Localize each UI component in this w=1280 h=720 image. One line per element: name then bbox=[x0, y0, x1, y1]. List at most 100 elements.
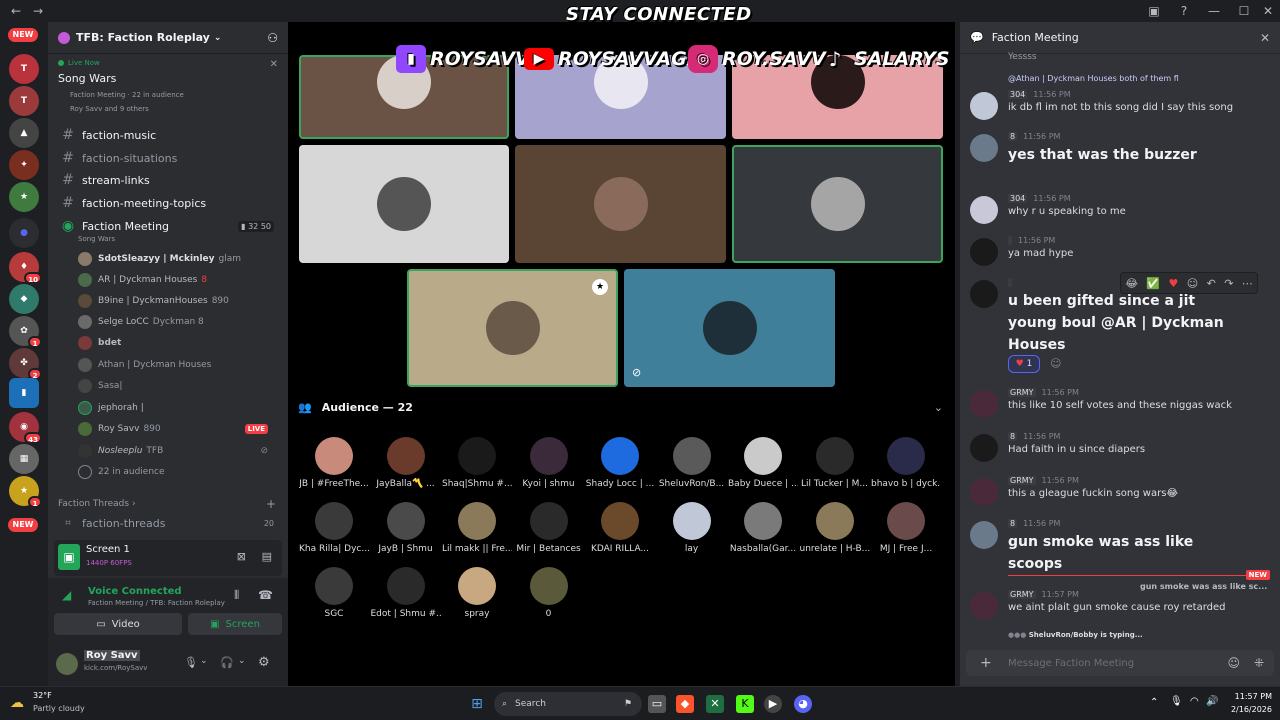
chat-message[interactable]: 8 11:56 PM gun smoke was ass like scoops bbox=[970, 519, 1270, 572]
audience-member[interactable]: JayBalla〽️ ... bbox=[371, 437, 441, 489]
server-icon[interactable]: ✤ 2 bbox=[9, 348, 42, 380]
new-pill[interactable]: NEW bbox=[8, 518, 38, 532]
forward-arrow-icon[interactable]: → bbox=[30, 3, 46, 19]
disconnect-icon[interactable]: ☎ bbox=[258, 588, 273, 602]
avatar[interactable] bbox=[970, 521, 998, 549]
back-arrow-icon[interactable]: ← bbox=[8, 3, 24, 19]
reply-icon[interactable]: ↶ bbox=[1207, 277, 1216, 290]
voice-user[interactable]: Sasa| bbox=[78, 377, 278, 395]
server-icon[interactable]: ✦ bbox=[9, 150, 39, 180]
voice-user[interactable]: Selge LoCC Dyckman 8 bbox=[78, 313, 278, 331]
chevron-down-icon[interactable]: ⌄ bbox=[200, 656, 208, 666]
voice-location[interactable]: Faction Meeting / TFB: Faction Roleplay bbox=[88, 599, 225, 607]
audience-member[interactable]: Mir | Betances bbox=[514, 502, 584, 554]
media-player-icon[interactable]: ▶ bbox=[764, 695, 782, 713]
windows-start-icon[interactable]: ⊞ bbox=[468, 695, 486, 713]
server-icon[interactable]: ▦ bbox=[9, 444, 39, 474]
add-icon[interactable]: + bbox=[266, 497, 276, 511]
clock-time[interactable]: 11:57 PM bbox=[1226, 692, 1272, 701]
chat-message[interactable]: 304 11:56 PM ik db fl im not tb this song … bbox=[970, 90, 1270, 124]
avatar[interactable] bbox=[970, 390, 998, 418]
channel-faction-situations[interactable]: # faction-situations bbox=[56, 148, 280, 168]
add-reaction-icon[interactable]: ☺ bbox=[1187, 277, 1198, 290]
discord-icon[interactable]: ◕ bbox=[794, 695, 812, 713]
server-icon[interactable]: T bbox=[9, 86, 39, 116]
emoji-heart-icon[interactable]: ♥ bbox=[1169, 277, 1179, 290]
server-icon[interactable]: ★ bbox=[9, 182, 39, 212]
audience-member[interactable]: Nasballa(Gar... bbox=[728, 502, 798, 554]
voice-user[interactable]: jephorah | bbox=[78, 399, 278, 417]
taskbar-search[interactable]: ⌕ Search ⚑ bbox=[494, 692, 642, 716]
voice-user[interactable]: SdotSleazyy | Mckinley glam bbox=[78, 250, 278, 268]
more-icon[interactable]: ⋯ bbox=[1242, 277, 1253, 290]
task-view-icon[interactable]: ▭ bbox=[648, 695, 666, 713]
audience-member[interactable]: spray bbox=[442, 567, 512, 619]
audience-member[interactable]: Kyoi | shmu bbox=[514, 437, 584, 489]
stop-stream-icon[interactable]: ⊠ bbox=[237, 550, 246, 563]
audience-member[interactable]: lay bbox=[657, 502, 727, 554]
avatar[interactable] bbox=[970, 280, 998, 308]
avatar[interactable] bbox=[970, 196, 998, 224]
reply-preview[interactable]: gun smoke was ass like sc... bbox=[1140, 582, 1267, 591]
avatar[interactable] bbox=[970, 434, 998, 462]
channel-faction-meeting-topics[interactable]: # faction-meeting-topics bbox=[56, 193, 280, 213]
clock-date[interactable]: 2/16/2026 bbox=[1226, 705, 1272, 714]
server-icon[interactable]: ★ 1 bbox=[9, 476, 42, 508]
close-icon[interactable]: ✕ bbox=[1260, 31, 1270, 45]
audience-member[interactable]: Edot | Shmu #... bbox=[371, 567, 441, 619]
voice-user[interactable]: Athan | Dyckman Houses bbox=[78, 356, 278, 374]
voice-user[interactable]: Nosleeplu TFB ⊘ bbox=[78, 442, 278, 460]
chevron-down-icon[interactable]: ⌄ bbox=[934, 401, 943, 414]
kick-icon[interactable]: K bbox=[736, 695, 754, 713]
voice-user[interactable]: AR | Dyckman Houses 8 bbox=[78, 271, 278, 289]
microphone-icon[interactable]: 🎙 bbox=[184, 656, 198, 669]
chat-message[interactable]: 8 11:56 PM Had faith in u since diapers bbox=[970, 432, 1270, 466]
minimize-icon[interactable]: — bbox=[1206, 3, 1222, 19]
emoji-laugh-icon[interactable]: 😂 bbox=[1125, 277, 1138, 290]
server-icon[interactable]: ◉ 43 bbox=[9, 412, 42, 444]
audience-member[interactable]: KDAI RILLA... bbox=[585, 502, 655, 554]
weather-icon[interactable]: ☁ bbox=[10, 695, 24, 711]
stream-settings-icon[interactable]: ▤ bbox=[262, 550, 272, 563]
voice-user[interactable]: B9ine | DyckmanHouses 890 bbox=[78, 292, 278, 310]
channel-faction-music[interactable]: # faction-music bbox=[56, 125, 280, 145]
audience-member[interactable]: Lil makk || Fre... bbox=[442, 502, 512, 554]
participant-tile[interactable] bbox=[732, 145, 943, 263]
wifi-icon[interactable]: ◠ bbox=[1190, 696, 1199, 707]
audience-member[interactable]: SheluvRon/B... bbox=[657, 437, 727, 489]
server-icon[interactable]: ♦ 10 bbox=[9, 252, 42, 284]
avatar[interactable] bbox=[970, 478, 998, 506]
audience-member[interactable]: SGC bbox=[299, 567, 369, 619]
avatar[interactable] bbox=[970, 134, 998, 162]
audience-member[interactable]: Baby Duece | ... bbox=[728, 437, 798, 489]
new-pill[interactable]: NEW bbox=[8, 28, 38, 42]
audience-member[interactable]: bhavo b | dyck... bbox=[871, 437, 941, 489]
inbox-icon[interactable]: ▣ bbox=[1146, 3, 1162, 19]
brave-browser-icon[interactable]: ◆ bbox=[676, 695, 694, 713]
participant-tile[interactable] bbox=[515, 145, 726, 263]
emoji-check-icon[interactable]: ✅ bbox=[1146, 277, 1160, 290]
voice-user[interactable]: Roy Savv 890 LIVE bbox=[78, 420, 278, 438]
avatar[interactable] bbox=[970, 92, 998, 120]
volume-icon[interactable]: 🔊 bbox=[1206, 696, 1218, 707]
voice-status[interactable]: Voice Connected bbox=[88, 586, 182, 597]
avatar[interactable] bbox=[970, 592, 998, 620]
chat-message[interactable]: GRMY 11:56 PM this like 10 self votes and … bbox=[970, 388, 1270, 422]
emoji-icon[interactable]: ☺ bbox=[1227, 656, 1240, 670]
audience-member[interactable]: JayB | Shmu bbox=[371, 502, 441, 554]
chat-message[interactable]: GRMY 11:57 PM we aint plait gun smoke caus… bbox=[970, 590, 1270, 624]
participant-tile[interactable]: ★ bbox=[407, 269, 618, 387]
chat-message[interactable]: GRMY 11:56 PM this a gleague fuckin song w… bbox=[970, 476, 1270, 510]
add-reaction-icon[interactable]: ☺ bbox=[1050, 357, 1061, 370]
help-icon[interactable]: ? bbox=[1176, 3, 1192, 19]
avatar[interactable] bbox=[970, 238, 998, 266]
server-icon[interactable]: ▲ bbox=[9, 118, 39, 148]
audience-member[interactable]: unrelate | H-B... bbox=[800, 502, 870, 554]
noise-suppression-icon[interactable]: ⦀ bbox=[234, 588, 239, 603]
apps-icon[interactable]: ⁜ bbox=[1254, 656, 1264, 670]
gear-icon[interactable]: ⚙ bbox=[258, 655, 270, 670]
live-now-card[interactable]: Live Now Song Wars Faction Meeting · 22 … bbox=[58, 59, 280, 119]
close-window-icon[interactable]: ✕ bbox=[1260, 3, 1276, 19]
reaction-chip[interactable]: ♥ 1 bbox=[1008, 355, 1040, 373]
server-icon[interactable]: ◆ bbox=[9, 284, 39, 314]
